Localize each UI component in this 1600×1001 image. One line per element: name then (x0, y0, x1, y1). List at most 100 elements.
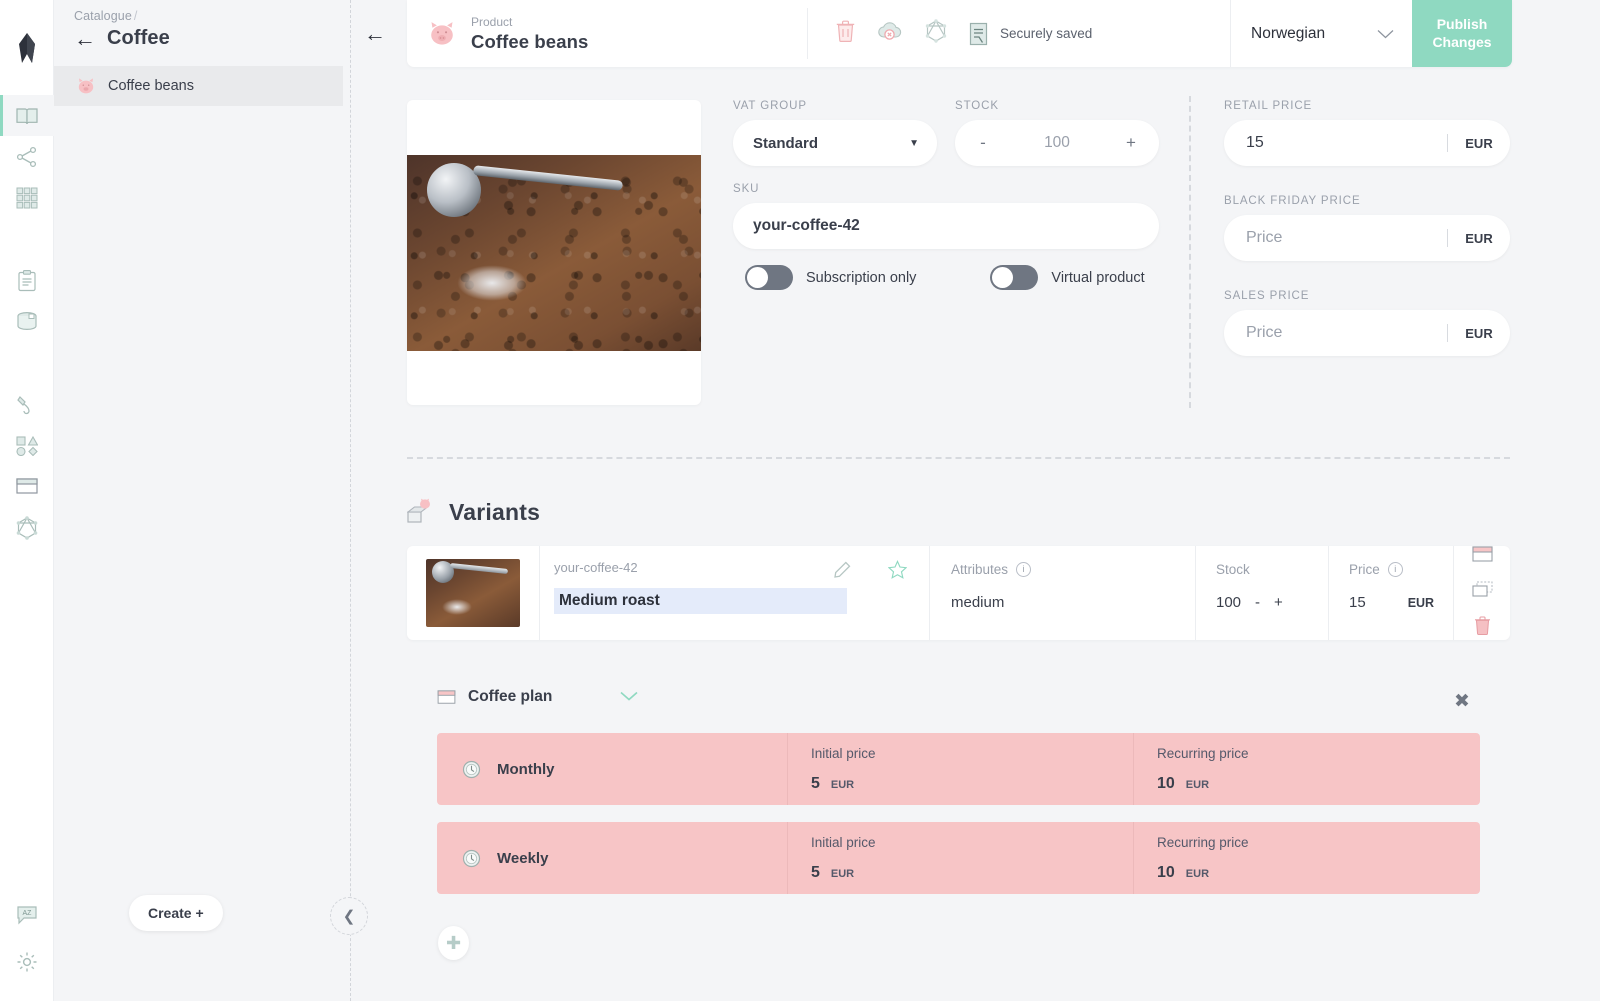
stock-decrement-button[interactable]: - (975, 133, 991, 153)
sales-price-value: Price (1246, 324, 1283, 341)
product-image-card[interactable] (407, 100, 701, 405)
sidebar-item-graphql[interactable] (0, 507, 54, 548)
toggle-knob (992, 267, 1014, 288)
subscription-only-toggle[interactable]: Subscription only (745, 265, 916, 290)
delete-button[interactable] (836, 20, 855, 47)
graphql-button[interactable] (925, 19, 947, 48)
rail-bottom-items: AZ (0, 891, 53, 1001)
subscription-only-label: Subscription only (806, 269, 917, 286)
app-logo[interactable] (0, 0, 53, 95)
sales-price-currency: EUR (1465, 325, 1493, 341)
sidebar-item-catalogue[interactable] (0, 95, 54, 136)
list-item[interactable]: Coffee beans (54, 66, 343, 106)
toggle-knob (747, 267, 768, 288)
variant-stock-decrement[interactable]: - (1255, 594, 1260, 611)
plan-card-icon (1471, 546, 1493, 562)
variants-section-header: Variants (407, 498, 540, 526)
sidebar-item-grid[interactable] (0, 177, 54, 218)
initial-price-value[interactable]: 5 (811, 864, 820, 882)
catalogue-title-row: ← Coffee (74, 27, 343, 50)
clock-icon (462, 849, 481, 867)
sku-input[interactable]: your-coffee-42 (733, 203, 1159, 249)
stock-column-label: Stock (1216, 562, 1250, 577)
sidebar-item-documents[interactable] (0, 260, 54, 301)
trash-icon (1474, 616, 1490, 636)
retail-price-input[interactable]: 15 EUR (1224, 120, 1510, 166)
collapse-panel-button[interactable]: ❮ (330, 897, 368, 935)
add-plan-button[interactable]: ✚ (438, 926, 469, 960)
sidebar-item-settings[interactable] (0, 938, 54, 985)
toggle-switch[interactable] (745, 265, 793, 290)
variant-price-value[interactable]: 15 (1349, 594, 1366, 611)
topbar-title: Coffee beans (471, 30, 589, 52)
initial-price-value-row: 5 EUR (811, 864, 1133, 882)
variant-stock-increment[interactable]: + (1274, 594, 1283, 611)
toggle-switch[interactable] (990, 265, 1039, 290)
plan-period-row: Monthly Initial price 5 EUR Recurring pr… (437, 733, 1480, 805)
section-divider (407, 457, 1510, 459)
unpublish-button[interactable] (877, 20, 903, 47)
remove-plan-button[interactable]: ✖ (1454, 690, 1470, 713)
black-friday-price-input[interactable]: Price EUR (1224, 215, 1510, 261)
sidebar-item-shapes[interactable] (0, 425, 54, 466)
topbar-product-info: Product Coffee beans (407, 0, 807, 67)
virtual-product-label: Virtual product (1051, 269, 1145, 286)
sidebar-item-orders[interactable] (0, 301, 54, 342)
stock-field: STOCK - 100 + (955, 100, 1159, 166)
arrow-left-icon: ← (364, 21, 386, 46)
publish-changes-button[interactable]: Publish Changes (1412, 0, 1512, 67)
plan-collapse-button[interactable] (620, 688, 638, 706)
initial-price-value[interactable]: 5 (811, 775, 820, 793)
sidebar-item-pipelines[interactable] (0, 384, 54, 425)
duplicate-icon (1471, 581, 1492, 597)
breadcrumb-label[interactable]: Catalogue (74, 9, 132, 23)
variant-delete-button[interactable] (1474, 616, 1491, 640)
icon-rail: AZ (0, 0, 54, 1001)
info-icon[interactable]: i (1387, 562, 1403, 577)
variants-title: Variants (449, 498, 541, 525)
attributes-column-label: Attributes i (951, 562, 1195, 577)
back-arrow-icon[interactable]: ← (74, 27, 96, 50)
sidebar-item-topology[interactable] (0, 136, 54, 177)
favorite-variant-button[interactable] (887, 560, 908, 584)
chevron-down-icon (1377, 29, 1394, 38)
sidebar-item-subscriptions[interactable] (0, 466, 54, 507)
trash-icon (836, 20, 855, 43)
recurring-price-label: Recurring price (1157, 746, 1249, 761)
page-title: Coffee (107, 27, 170, 49)
variant-duplicate-button[interactable] (1471, 581, 1493, 603)
open-book-icon (15, 107, 38, 124)
create-button[interactable]: Create + (129, 895, 223, 931)
edit-variant-button[interactable] (834, 561, 851, 583)
sales-price-input[interactable]: Price EUR (1224, 310, 1510, 356)
variant-subscription-button[interactable] (1471, 546, 1493, 568)
variant-stock-stepper[interactable]: 100 - + (1216, 594, 1328, 611)
catalogue-list: Coffee beans (54, 66, 343, 106)
stock-value[interactable]: 100 (1044, 134, 1070, 152)
stock-stepper[interactable]: - 100 + (955, 120, 1159, 166)
info-icon[interactable]: i (1016, 562, 1032, 577)
variants-icon (407, 498, 430, 523)
cloud-x-icon (878, 22, 902, 40)
recurring-price-value-row: 10 EUR (1157, 775, 1480, 793)
vat-group-select[interactable]: Standard ▼ (733, 120, 937, 166)
variant-thumbnail-cell[interactable] (407, 546, 540, 640)
document-button[interactable]: Securely saved (969, 22, 1092, 46)
pig-icon (78, 78, 94, 94)
topbar-actions: Securely saved (808, 0, 1230, 67)
recurring-price-value[interactable]: 10 (1157, 775, 1175, 793)
shapes-icon (15, 435, 38, 456)
variant-attributes-value: medium (951, 594, 1005, 611)
variant-name-input[interactable]: Medium roast (554, 588, 847, 614)
language-selector[interactable]: Norwegian (1230, 0, 1412, 67)
header-back-button[interactable]: ← (360, 20, 390, 48)
plan-period-label: Monthly (497, 760, 555, 778)
share-nodes-icon (16, 146, 36, 167)
variant-name-cell: your-coffee-42 Medium roast (540, 546, 930, 640)
plan-name: Coffee plan (468, 688, 553, 705)
stock-increment-button[interactable]: + (1123, 133, 1139, 153)
sidebar-item-translations[interactable]: AZ (0, 891, 54, 938)
recurring-price-value[interactable]: 10 (1157, 864, 1175, 882)
plan-card-icon (15, 477, 38, 494)
virtual-product-toggle[interactable]: Virtual product (990, 265, 1145, 290)
